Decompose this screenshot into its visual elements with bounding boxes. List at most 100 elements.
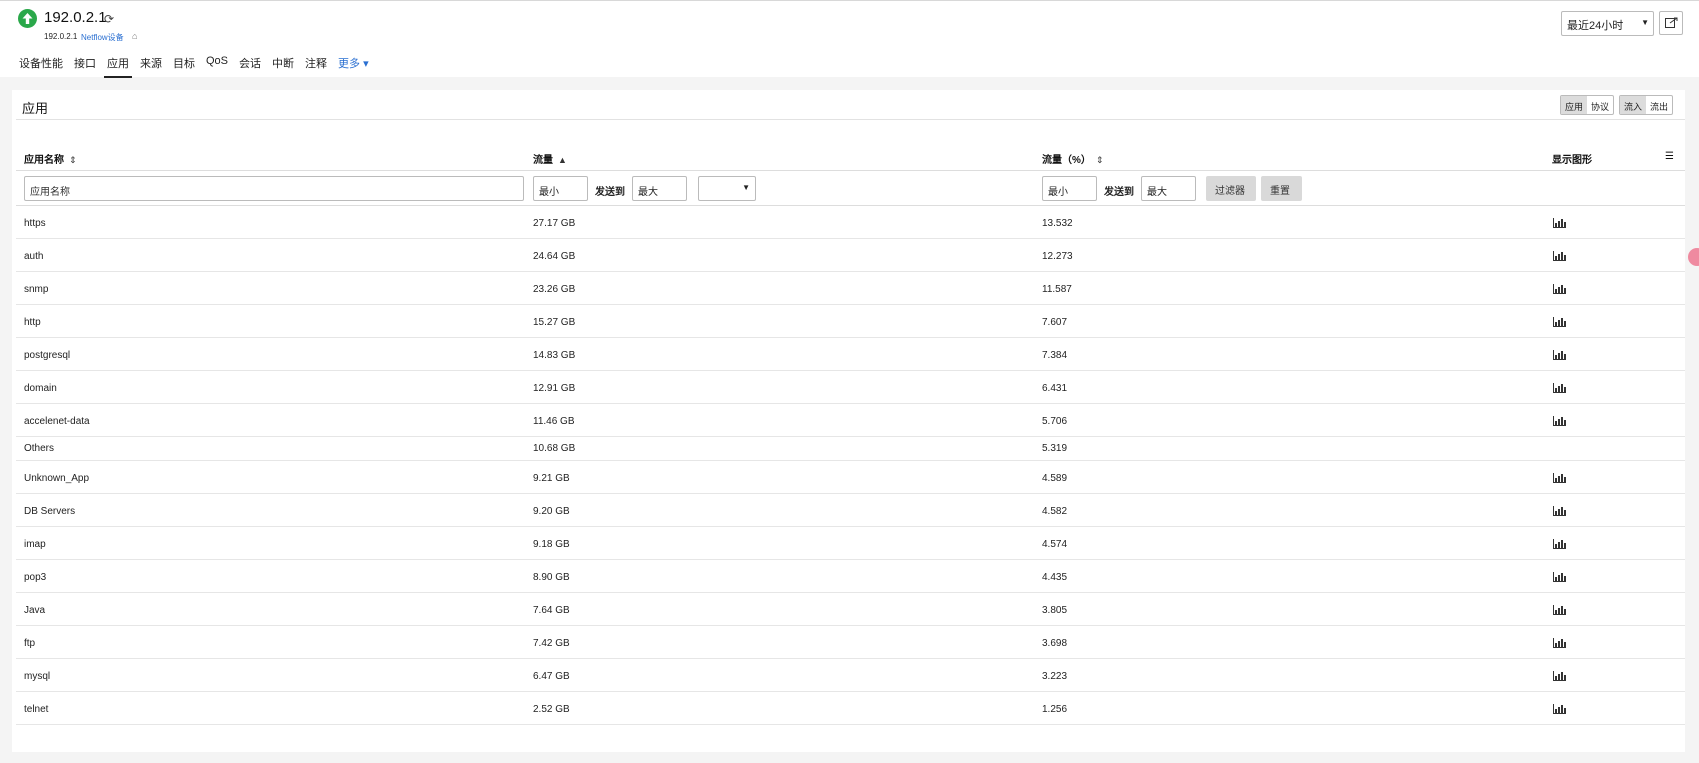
table-row[interactable]: http 15.27 GB 7.607 xyxy=(16,305,1685,338)
divider xyxy=(16,119,1685,120)
sort-asc-icon: ▲ xyxy=(558,155,567,165)
traffic-cell: 11.46 GB xyxy=(533,416,575,427)
table-row[interactable]: Others 10.68 GB 5.319 xyxy=(16,437,1685,461)
col-percent-label: 流量（%） xyxy=(1042,155,1091,166)
table-row[interactable]: https 27.17 GB 13.532 xyxy=(16,206,1685,239)
chart-icon[interactable] xyxy=(1553,638,1566,648)
table-row[interactable]: imap 9.18 GB 4.574 xyxy=(16,527,1685,560)
column-settings-icon[interactable]: ☰ xyxy=(1665,151,1674,162)
table-row[interactable]: pop3 8.90 GB 4.435 xyxy=(16,560,1685,593)
chart-icon[interactable] xyxy=(1553,218,1566,228)
chevron-down-icon: ▼ xyxy=(1641,18,1649,27)
toggle-application[interactable]: 应用 xyxy=(1561,96,1588,114)
percent-cell: 6.431 xyxy=(1042,383,1068,394)
table-row[interactable]: DB Servers 9.20 GB 4.582 xyxy=(16,494,1685,527)
toggle-protocol[interactable]: 协议 xyxy=(1587,96,1613,114)
chart-icon[interactable] xyxy=(1553,671,1566,681)
traffic-cell: 24.64 GB xyxy=(533,251,576,262)
app-name-cell: http xyxy=(24,317,41,328)
tab-outage[interactable]: 中断 xyxy=(272,55,294,78)
percent-cell: 3.223 xyxy=(1042,671,1068,682)
tab-qos[interactable]: QoS xyxy=(206,55,228,78)
chart-icon[interactable] xyxy=(1553,506,1566,516)
table-row[interactable]: ftp 7.42 GB 3.698 xyxy=(16,626,1685,659)
col-app-name[interactable]: 应用名称 ⇕ xyxy=(24,151,77,166)
percent-cell: 12.273 xyxy=(1042,251,1073,262)
percent-cell: 4.574 xyxy=(1042,539,1068,550)
percent-cell: 13.532 xyxy=(1042,218,1073,229)
col-traffic-percent[interactable]: 流量（%） ⇕ xyxy=(1042,151,1103,166)
tag-icon[interactable]: ⌂ xyxy=(132,31,137,41)
chart-icon[interactable] xyxy=(1553,473,1566,483)
tab-session[interactable]: 会话 xyxy=(239,55,261,78)
percent-cell: 4.589 xyxy=(1042,473,1068,484)
tab-application[interactable]: 应用 xyxy=(104,55,132,78)
chevron-down-icon: ▼ xyxy=(742,183,750,192)
percent-min-input[interactable]: 最小 xyxy=(1042,176,1097,201)
toggle-inbound[interactable]: 流入 xyxy=(1620,96,1647,114)
tab-destination[interactable]: 目标 xyxy=(173,55,195,78)
chart-icon[interactable] xyxy=(1553,284,1566,294)
chart-icon[interactable] xyxy=(1553,605,1566,615)
app-name-cell: DB Servers xyxy=(24,506,76,517)
table-row[interactable]: mysql 6.47 GB 3.223 xyxy=(16,659,1685,692)
chart-icon[interactable] xyxy=(1553,383,1566,393)
reset-button[interactable]: 重置 xyxy=(1261,176,1302,201)
chart-icon[interactable] xyxy=(1553,704,1566,714)
chart-icon[interactable] xyxy=(1553,251,1566,261)
chart-icon[interactable] xyxy=(1553,416,1566,426)
table-row[interactable]: Java 7.64 GB 3.805 xyxy=(16,593,1685,626)
traffic-unit-select[interactable]: ▼ xyxy=(698,176,756,201)
table-row[interactable]: telnet 2.52 GB 1.256 xyxy=(16,692,1685,725)
feedback-badge[interactable] xyxy=(1688,248,1699,266)
panel-title: 应用 xyxy=(22,101,49,116)
device-type-link[interactable]: Netflow设备 xyxy=(81,32,124,43)
traffic-cell: 2.52 GB xyxy=(533,704,570,715)
percent-cell: 7.607 xyxy=(1042,317,1068,328)
traffic-cell: 10.68 GB xyxy=(533,443,576,454)
tab-source[interactable]: 来源 xyxy=(140,55,162,78)
percent-cell: 7.384 xyxy=(1042,350,1068,361)
table-row[interactable]: accelenet-data 11.46 GB 5.706 xyxy=(16,404,1685,437)
sort-icon: ⇕ xyxy=(1095,155,1104,165)
percent-cell: 3.805 xyxy=(1042,605,1068,616)
chart-icon[interactable] xyxy=(1553,572,1566,582)
traffic-cell: 7.42 GB xyxy=(533,638,570,649)
tab-more[interactable]: 更多 ▾ xyxy=(338,55,369,78)
app-name-filter-input[interactable]: 应用名称 xyxy=(24,176,524,201)
app-name-cell: mysql xyxy=(24,671,51,682)
chart-icon[interactable] xyxy=(1553,350,1566,360)
toggle-outbound[interactable]: 流出 xyxy=(1646,96,1672,114)
app-name-cell: Unknown_App xyxy=(24,473,90,484)
tab-performance[interactable]: 设备性能 xyxy=(19,55,63,78)
status-up-icon xyxy=(18,9,37,28)
app-name-cell: telnet xyxy=(24,704,49,715)
app-name-cell: accelenet-data xyxy=(24,416,90,427)
chevron-down-icon: ▾ xyxy=(360,58,369,70)
divider xyxy=(16,170,1685,171)
chart-icon[interactable] xyxy=(1553,317,1566,327)
table-row[interactable]: domain 12.91 GB 6.431 xyxy=(16,371,1685,404)
device-title: 192.0.2.1 xyxy=(44,9,107,26)
app-name-cell: Others xyxy=(24,443,55,454)
app-name-cell: https xyxy=(24,218,46,229)
direction-toggle: 流入 流出 xyxy=(1619,95,1674,115)
percent-cell: 1.256 xyxy=(1042,704,1068,715)
table-row[interactable]: snmp 23.26 GB 11.587 xyxy=(16,272,1685,305)
export-button[interactable] xyxy=(1659,11,1683,35)
tab-interface[interactable]: 接口 xyxy=(74,55,96,78)
col-traffic[interactable]: 流量 ▲ xyxy=(533,151,567,166)
refresh-icon[interactable]: ⟳ xyxy=(104,12,114,26)
traffic-min-input[interactable]: 最小 xyxy=(533,176,588,201)
table-row[interactable]: Unknown_App 9.21 GB 4.589 xyxy=(16,461,1685,494)
table-row[interactable]: auth 24.64 GB 12.273 xyxy=(16,239,1685,272)
traffic-max-input[interactable]: 最大 xyxy=(632,176,687,201)
percent-max-input[interactable]: 最大 xyxy=(1141,176,1196,201)
table-row[interactable]: postgresql 14.83 GB 7.384 xyxy=(16,338,1685,371)
time-range-select[interactable]: 最近24小时 ▼ xyxy=(1561,11,1654,36)
chart-icon[interactable] xyxy=(1553,539,1566,549)
applications-panel: 应用 应用 协议 流入 流出 应用名称 ⇕ 流量 ▲ 流量（%） ⇕ 显示图形 ☰ 应… xyxy=(12,90,1685,752)
filter-button[interactable]: 过滤器 xyxy=(1206,176,1256,201)
percent-cell: 11.587 xyxy=(1042,284,1072,295)
tab-notes[interactable]: 注释 xyxy=(305,55,327,78)
